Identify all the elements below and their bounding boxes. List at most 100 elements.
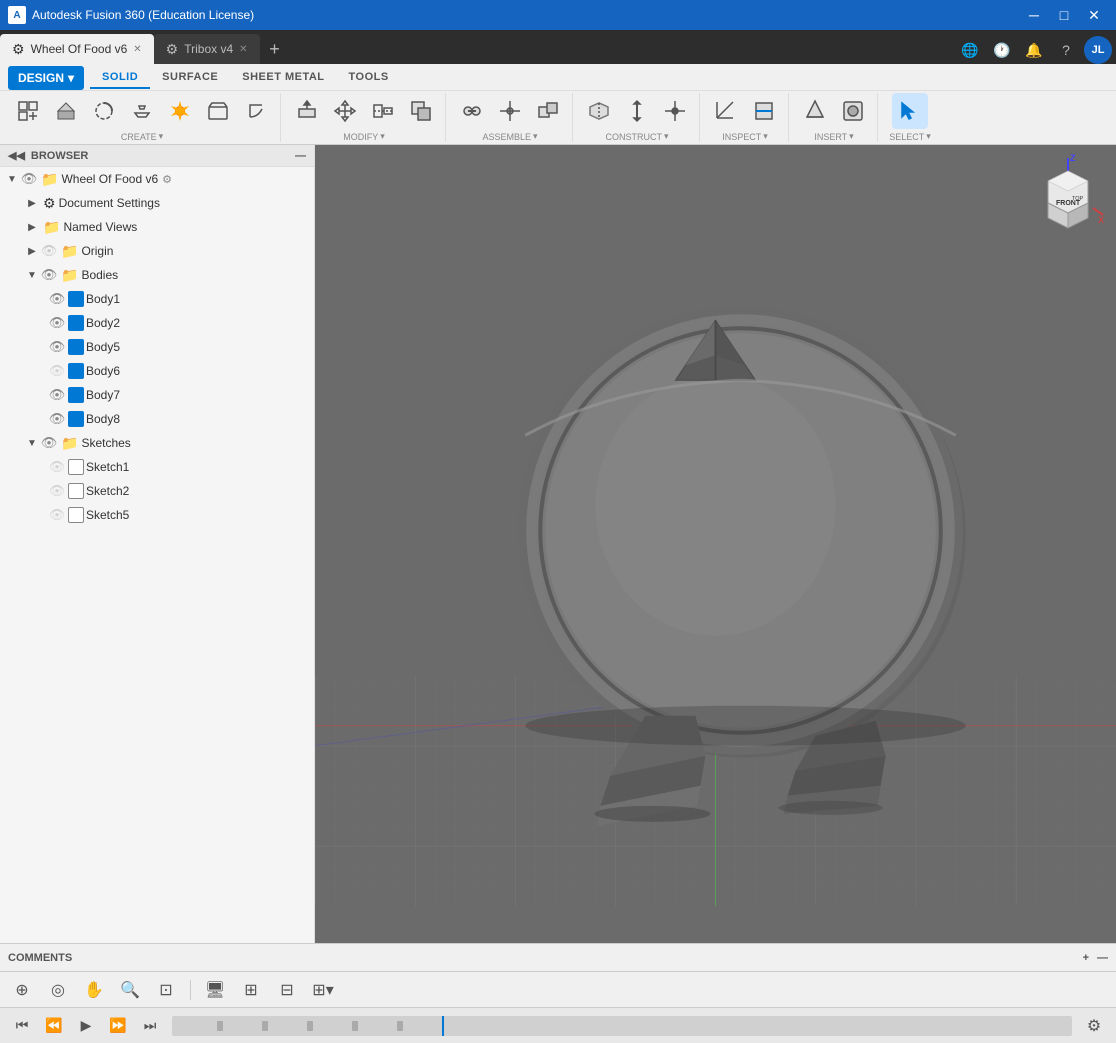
timeline-rewind-button[interactable]: ⏮ [8,1012,36,1040]
notifications-button[interactable]: 🔔 [1020,36,1048,64]
select-label[interactable]: SELECT▾ [889,131,931,142]
display-settings-button[interactable]: 🖥 [201,976,229,1004]
tree-bodies[interactable]: ▼ 👁 📁 Bodies [0,263,314,287]
body8-eye[interactable]: 👁 [48,410,66,428]
tool-revolve[interactable] [86,93,122,129]
tool-combine[interactable] [403,93,439,129]
comments-add-icon[interactable]: + [1083,952,1089,964]
body1-eye[interactable]: 👁 [48,290,66,308]
close-button[interactable]: ✕ [1080,1,1108,29]
timeline-track[interactable] [172,1016,1072,1036]
zoom-fit-button[interactable]: ⊡ [152,976,180,1004]
tree-sketches[interactable]: ▼ 👁 📁 Sketches [0,431,314,455]
sketch2-eye[interactable]: 👁 [48,482,66,500]
visual-style-button[interactable]: ⊟ [273,976,301,1004]
new-tab-button[interactable]: + [260,34,290,64]
mode-solid[interactable]: SOLID [90,67,150,89]
tree-root[interactable]: ▼ 👁 📁 Wheel Of Food v6 ⚙ [0,167,314,191]
timeline-step-forward-button[interactable]: ⏩ [104,1012,132,1040]
mode-sheet-metal[interactable]: SHEET METAL [230,67,336,89]
body7-eye[interactable]: 👁 [48,386,66,404]
tab-close-wheel[interactable]: ✕ [133,44,141,55]
sketch5-eye[interactable]: 👁 [48,506,66,524]
tool-move-copy[interactable] [530,93,566,129]
tool-measure[interactable] [708,93,744,129]
comments-collapse-icon[interactable]: — [1097,952,1108,964]
tool-spark[interactable] [162,93,198,129]
tree-named-views[interactable]: ▶ 📁 Named Views [0,215,314,239]
tab-tribox[interactable]: ⚙ Tribox v4 ✕ [154,34,260,64]
tool-decal[interactable] [835,93,871,129]
sketch5-checkbox[interactable] [68,507,84,523]
sketch1-checkbox[interactable] [68,459,84,475]
tool-push-pull[interactable] [289,93,325,129]
body6-checkbox[interactable] [68,363,84,379]
browser-collapse-icon[interactable]: ◀◀ [8,149,25,162]
sketches-expand[interactable]: ▼ [24,435,40,451]
origin-expand[interactable]: ▶ [24,243,40,259]
viewcube[interactable]: Z X FRONT TOP [1028,153,1108,233]
tool-joint[interactable] [454,93,490,129]
timeline-feature-1[interactable] [217,1021,223,1031]
tree-body8[interactable]: 👁 Body8 [0,407,314,431]
body5-checkbox[interactable] [68,339,84,355]
body6-eye[interactable]: 👁 [48,362,66,380]
environment-button[interactable]: ⊞▾ [309,976,337,1004]
tree-sketch5[interactable]: 👁 Sketch5 [0,503,314,527]
tree-doc-settings[interactable]: ▶ ⚙ Document Settings [0,191,314,215]
pan-button[interactable]: ✋ [80,976,108,1004]
timeline-feature-5[interactable] [397,1021,403,1031]
tab-wheel-of-food[interactable]: ⚙ Wheel Of Food v6 ✕ [0,34,154,64]
mode-tools[interactable]: TOOLS [337,67,401,89]
tree-body6[interactable]: 👁 Body6 [0,359,314,383]
body2-checkbox[interactable] [68,315,84,331]
tree-body1[interactable]: 👁 Body1 [0,287,314,311]
tool-align[interactable] [365,93,401,129]
help-icon-button[interactable]: ? [1052,36,1080,64]
grid-settings-button[interactable]: ⊞ [237,976,265,1004]
look-at-button[interactable]: ◎ [44,976,72,1004]
tool-move[interactable] [327,93,363,129]
timeline-end-button[interactable]: ⏭ [136,1012,164,1040]
tab-close-tribox[interactable]: ✕ [239,44,247,55]
bodies-eye[interactable]: 👁 [40,266,58,284]
inspect-label[interactable]: INSPECT▾ [722,131,768,142]
sketch1-eye[interactable]: 👁 [48,458,66,476]
orbit-button[interactable]: ⊕ [8,976,36,1004]
minimize-button[interactable]: ─ [1020,1,1048,29]
timeline-feature-4[interactable] [352,1021,358,1031]
timeline-step-back-button[interactable]: ⏪ [40,1012,68,1040]
body5-eye[interactable]: 👁 [48,338,66,356]
body7-checkbox[interactable] [68,387,84,403]
design-mode-button[interactable]: DESIGN ▾ [8,66,84,90]
root-expand[interactable]: ▼ [4,171,20,187]
create-label[interactable]: CREATE▾ [121,131,163,142]
tool-loft[interactable] [124,93,160,129]
tool-point[interactable] [657,93,693,129]
body2-eye[interactable]: 👁 [48,314,66,332]
tool-joint-origin[interactable] [492,93,528,129]
tree-origin[interactable]: ▶ 👁 📁 Origin [0,239,314,263]
timeline-feature-3[interactable] [307,1021,313,1031]
bodies-expand[interactable]: ▼ [24,267,40,283]
tool-shell[interactable] [200,93,236,129]
modify-label[interactable]: MODIFY▾ [343,131,385,142]
zoom-button[interactable]: 🔍 [116,976,144,1004]
timeline-play-button[interactable]: ▶ [72,1012,100,1040]
timeline-feature-2[interactable] [262,1021,268,1031]
tool-axis[interactable] [619,93,655,129]
help-button[interactable]: 🌐 [956,36,984,64]
tool-new-component[interactable] [10,93,46,129]
tool-plane[interactable] [581,93,617,129]
tree-sketch2[interactable]: 👁 Sketch2 [0,479,314,503]
tree-body7[interactable]: 👁 Body7 [0,383,314,407]
root-eye[interactable]: 👁 [20,170,38,188]
root-settings-icon[interactable]: ⚙ [162,173,172,186]
origin-eye[interactable]: 👁 [40,242,58,260]
body8-checkbox[interactable] [68,411,84,427]
maximize-button[interactable]: □ [1050,1,1078,29]
named-views-expand[interactable]: ▶ [24,219,40,235]
sketch2-checkbox[interactable] [68,483,84,499]
insert-label[interactable]: INSERT▾ [814,131,853,142]
tool-extrude[interactable] [48,93,84,129]
